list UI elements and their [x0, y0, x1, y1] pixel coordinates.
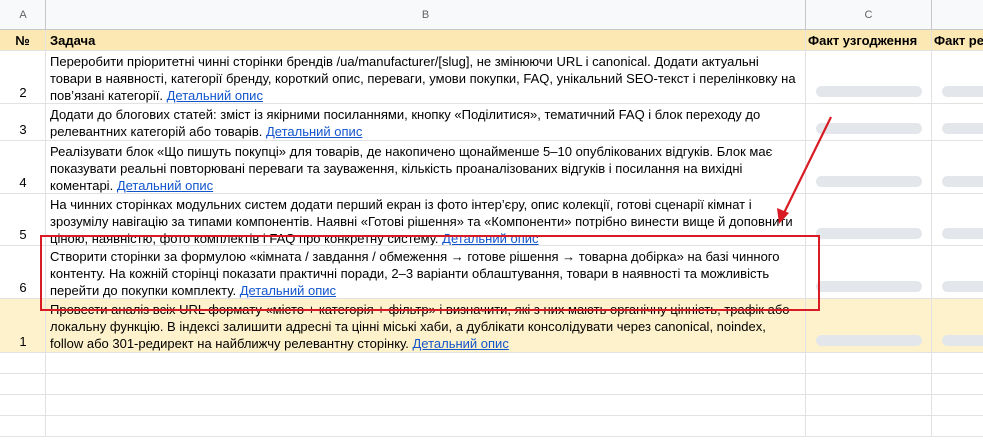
annotation-arrow-icon — [777, 116, 832, 224]
